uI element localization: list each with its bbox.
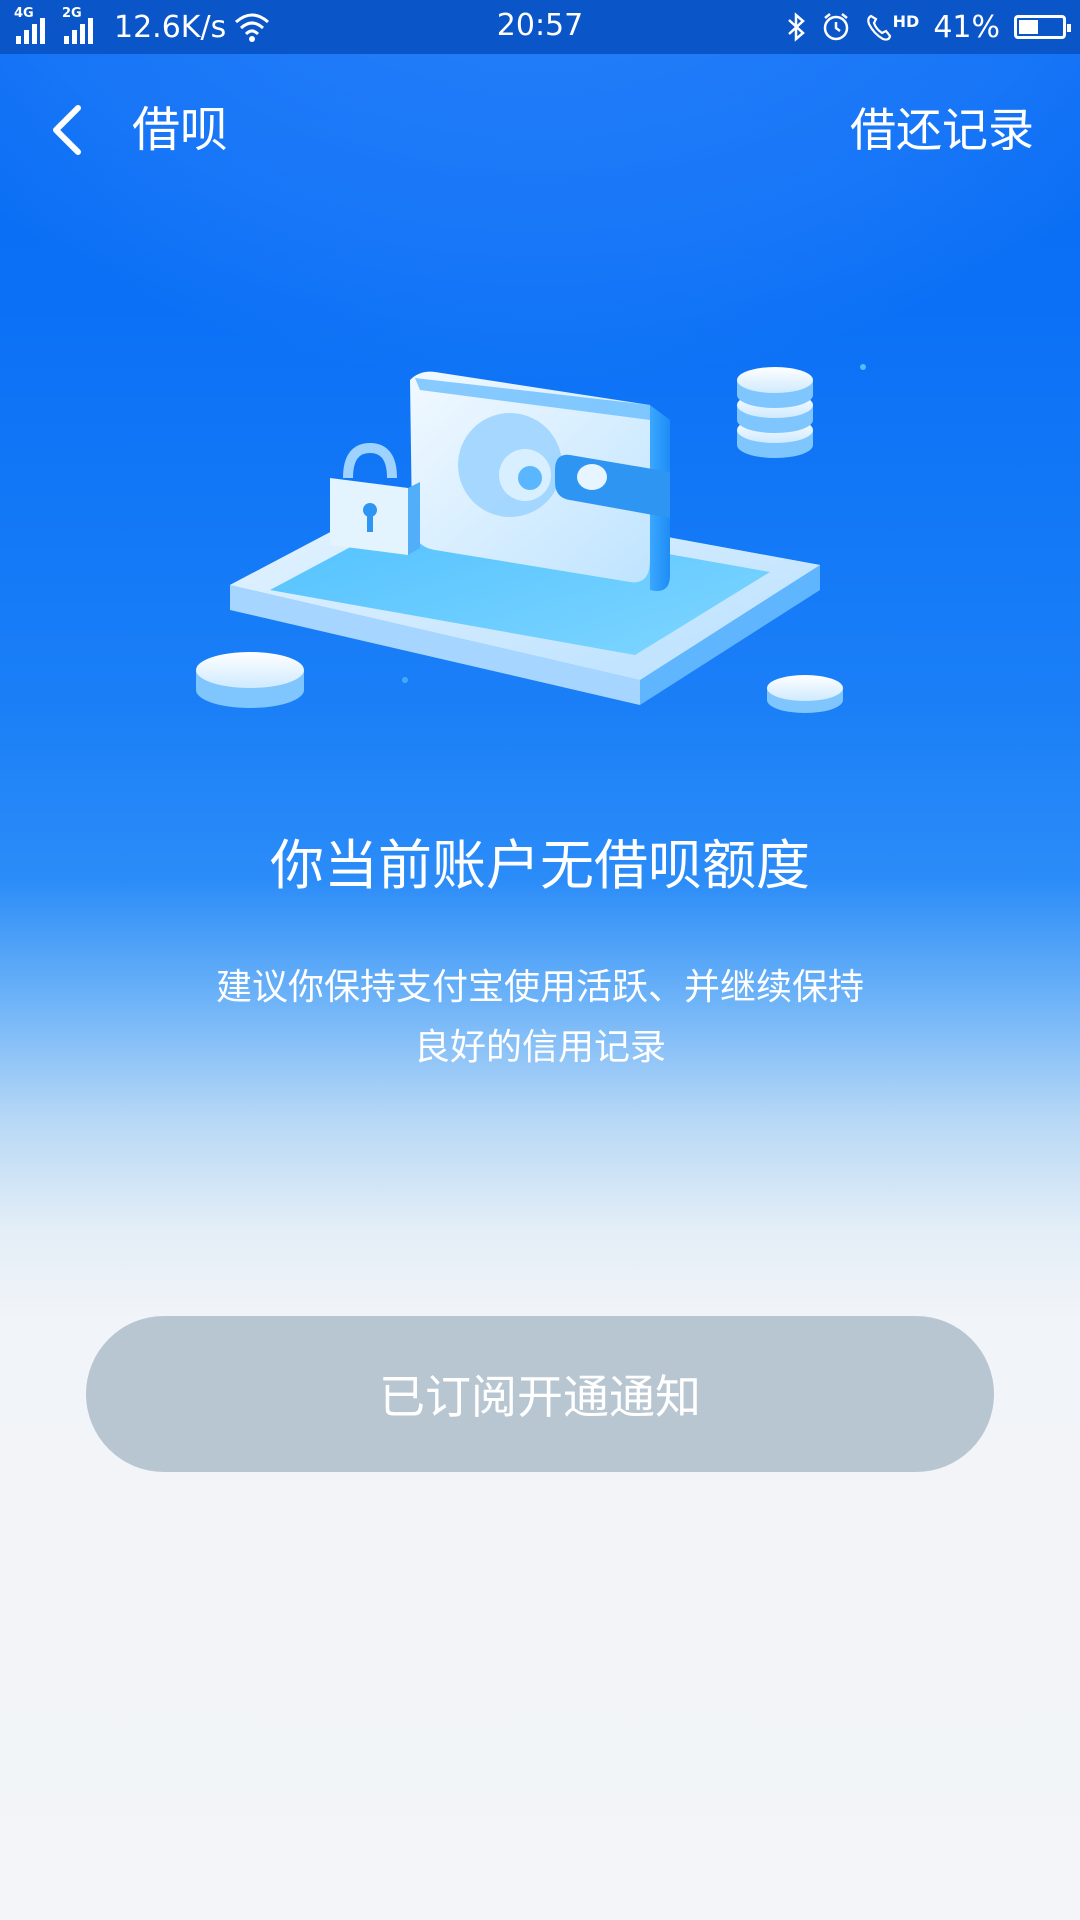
page-title: 借呗 xyxy=(132,102,229,158)
no-credit-headline: 你当前账户无借呗额度 xyxy=(270,834,810,897)
advice-line-2: 良好的信用记录 xyxy=(413,1027,666,1068)
advice-text: 建议你保持支付宝使用活跃、并继续保持 良好的信用记录 xyxy=(140,958,940,1078)
screen: 4G 2G 12.6K/s 20:57 HD 41% 借呗 借还记录 你当前账户… xyxy=(0,0,1080,1920)
chevron-left-icon xyxy=(53,105,81,155)
status-right: HD 41% xyxy=(785,8,1071,46)
nav-header: 借呗 借还记录 xyxy=(0,54,1080,194)
back-button[interactable] xyxy=(36,94,96,166)
alarm-icon xyxy=(823,13,848,41)
battery-icon xyxy=(1014,15,1071,39)
hd-call-icon: HD xyxy=(865,12,920,42)
advice-line-1: 建议你保持支付宝使用活跃、并继续保持 xyxy=(215,967,864,1008)
battery-fill xyxy=(1019,20,1038,34)
wallet-illustration xyxy=(196,364,866,713)
hd-label: HD xyxy=(892,12,920,31)
subscribed-notification-button[interactable]: 已订阅开通通知 xyxy=(86,1316,994,1472)
battery-percent: 41% xyxy=(933,9,1000,45)
bluetooth-icon xyxy=(787,12,805,42)
loan-records-link[interactable]: 借还记录 xyxy=(850,94,1034,166)
status-bar: 4G 2G 12.6K/s 20:57 HD 41% xyxy=(0,0,1080,54)
